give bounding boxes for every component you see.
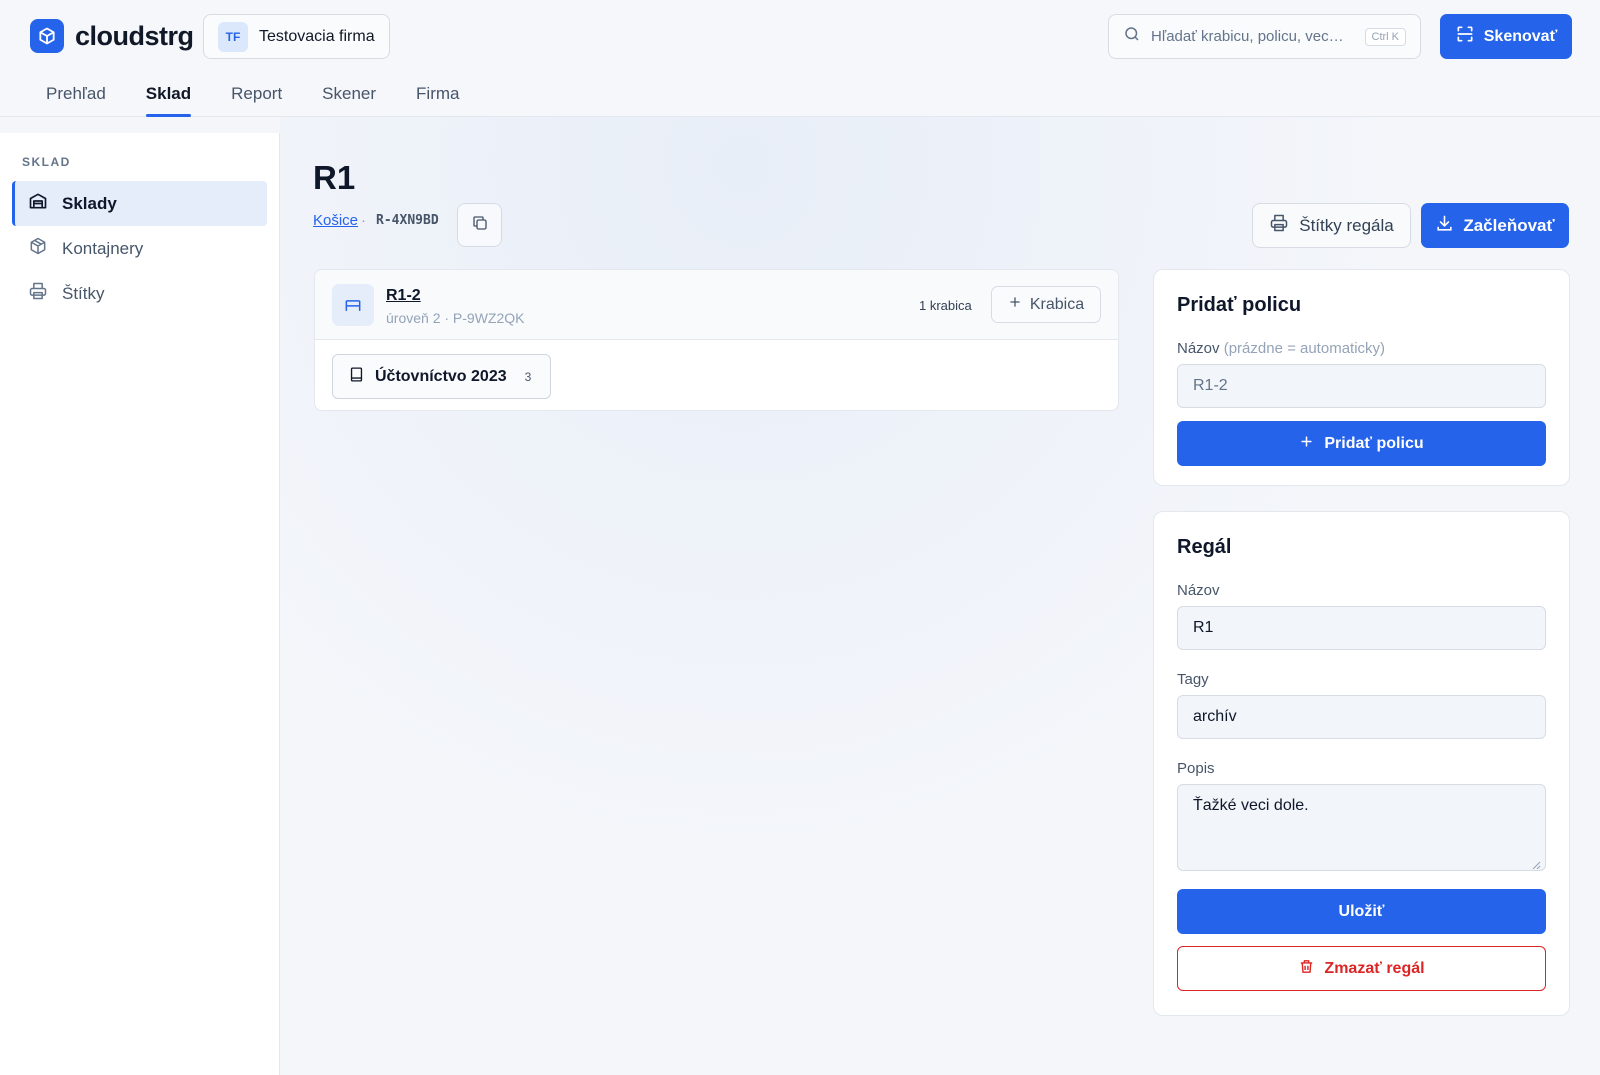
box-icon <box>348 366 365 388</box>
main-content: R1 Košice · R-4XN9BD Štítky regála Začle… <box>280 117 1600 1075</box>
shelf-card: R1-2 úroveň 2 · P-9WZ2QK 1 krabica Krabi… <box>314 269 1119 411</box>
trash-icon <box>1298 958 1315 980</box>
download-icon <box>1435 214 1454 238</box>
shelf-name-label-text: Názov <box>1177 340 1220 357</box>
file-in-button[interactable]: Začleňovať <box>1421 203 1569 248</box>
search-input[interactable]: Hľadať krabicu, policu, vec… <box>1151 28 1351 45</box>
shelf-meta: úroveň 2 · P-9WZ2QK <box>386 310 525 326</box>
page-title: R1 <box>313 159 356 196</box>
company-avatar: TF <box>218 21 248 52</box>
sidebar-item-label: Sklady <box>62 193 117 213</box>
sidebar-section-title: SKLAD <box>22 155 71 169</box>
add-box-button[interactable]: Krabica <box>991 286 1101 323</box>
add-shelf-panel: Pridať policu Názov (prázdne = automatic… <box>1153 269 1570 486</box>
company-name: Testovacia firma <box>259 27 375 45</box>
rack-labels-button-label: Štítky regála <box>1299 215 1394 235</box>
sidebar-item-containers[interactable]: Kontajnery <box>12 226 267 271</box>
file-in-button-label: Začleňovať <box>1463 215 1555 235</box>
rack-description-text: Ťažké veci dole. <box>1193 797 1309 814</box>
add-box-button-label: Krabica <box>1029 295 1085 313</box>
rack-description-label: Popis <box>1177 760 1215 777</box>
shelf-header: R1-2 úroveň 2 · P-9WZ2QK 1 krabica Krabi… <box>315 270 1118 340</box>
tab-report[interactable]: Report <box>211 72 302 116</box>
rack-panel-title: Regál <box>1177 536 1232 558</box>
shelf-icon <box>332 284 374 326</box>
brand-logo[interactable]: cloudstrg <box>30 19 194 53</box>
company-switcher[interactable]: TF Testovacia firma <box>203 14 390 59</box>
search-icon <box>1123 25 1141 48</box>
cube-icon <box>28 236 48 261</box>
breadcrumb: Košice · R-4XN9BD <box>313 212 439 229</box>
scan-button[interactable]: Skenovať <box>1440 14 1572 59</box>
cube-logo-icon <box>30 19 64 53</box>
shelf-name-link[interactable]: R1-2 <box>386 287 421 305</box>
save-button[interactable]: Uložiť <box>1177 889 1546 934</box>
search-shortcut-hint: Ctrl K <box>1364 27 1406 46</box>
sidebar-item-labels[interactable]: Štítky <box>12 271 267 316</box>
box-chip[interactable]: Účtovníctvo 2023 3 <box>332 354 551 399</box>
scan-button-label: Skenovať <box>1483 27 1558 45</box>
plus-icon <box>1299 434 1314 454</box>
global-search[interactable]: Hľadať krabicu, policu, vec… Ctrl K <box>1108 14 1421 59</box>
sidebar-item-warehouses[interactable]: Sklady <box>12 181 267 226</box>
add-shelf-button-label: Pridať policu <box>1324 434 1424 452</box>
copy-code-button[interactable] <box>457 203 502 247</box>
tab-scanner[interactable]: Skener <box>302 72 396 116</box>
plus-icon <box>1008 295 1022 314</box>
printer-icon <box>28 281 48 306</box>
sidebar-item-label: Štítky <box>62 283 105 303</box>
brand-name: cloudstrg <box>75 20 194 51</box>
top-header: cloudstrg TF Testovacia firma Hľadať kra… <box>0 0 1600 117</box>
box-item-count: 3 <box>524 369 532 384</box>
sidebar-item-label: Kontajnery <box>62 238 144 258</box>
shelf-box-count: 1 krabica <box>919 298 972 313</box>
shelf-name-hint: (prázdne = automaticky) <box>1223 340 1386 357</box>
add-shelf-button[interactable]: Pridať policu <box>1177 421 1546 466</box>
shelf-name-input[interactable]: R1-2 <box>1177 364 1546 408</box>
warehouse-icon <box>28 191 48 216</box>
main-nav-tabs: Prehľad Sklad Report Skener Firma <box>26 72 480 117</box>
rack-code: R-4XN9BD <box>376 213 439 228</box>
add-shelf-panel-title: Pridať policu <box>1177 294 1302 316</box>
rack-tags-input[interactable]: archív <box>1177 695 1546 739</box>
resize-handle-icon[interactable] <box>1532 857 1541 870</box>
printer-icon <box>1269 213 1289 238</box>
rack-labels-button[interactable]: Štítky regála <box>1252 203 1411 248</box>
location-link[interactable]: Košice <box>313 212 358 229</box>
shelf-name-label: Názov (prázdne = automaticky) <box>1177 340 1385 357</box>
delete-rack-button[interactable]: Zmazať regál <box>1177 946 1546 991</box>
tab-company[interactable]: Firma <box>396 72 479 116</box>
rack-edit-panel: Regál Názov R1 Tagy archív Popis Ťažké v… <box>1153 511 1570 1016</box>
rack-name-label: Názov <box>1177 582 1220 599</box>
rack-tags-label: Tagy <box>1177 671 1209 688</box>
copy-icon <box>471 214 489 237</box>
box-name: Účtovníctvo 2023 <box>375 367 507 385</box>
tab-overview[interactable]: Prehľad <box>26 72 126 116</box>
scan-icon <box>1455 24 1475 49</box>
delete-rack-button-label: Zmazať regál <box>1324 959 1425 977</box>
tab-warehouse[interactable]: Sklad <box>126 72 211 117</box>
sidebar: SKLAD Sklady Kontajnery Štítky <box>0 133 280 1075</box>
breadcrumb-separator: · <box>361 212 367 229</box>
rack-description-textarea[interactable]: Ťažké veci dole. <box>1177 784 1546 871</box>
rack-name-input[interactable]: R1 <box>1177 606 1546 650</box>
